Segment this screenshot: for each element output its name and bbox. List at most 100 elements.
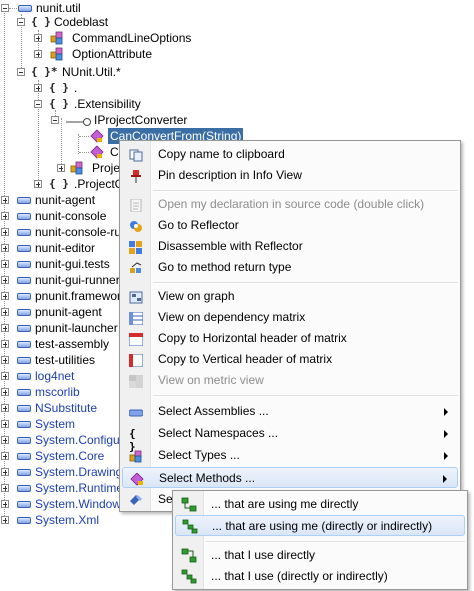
graph-icon [129, 290, 143, 304]
menu-item-open-declaration[interactable]: Open my declaration in source code (doub… [122, 194, 458, 215]
tree-node-dot[interactable]: { } . [0, 80, 200, 96]
tree-node-assembly[interactable]: System.Core [0, 448, 130, 464]
collapse-icon[interactable] [1, 4, 9, 12]
expand-icon[interactable] [1, 436, 9, 444]
collapse-icon[interactable] [17, 68, 25, 76]
expand-icon[interactable] [1, 196, 9, 204]
tree-node-assembly[interactable]: nunit-agent [0, 192, 130, 208]
expand-icon[interactable] [1, 212, 9, 220]
tree-node-assembly[interactable]: System.Configurati [0, 432, 136, 448]
node-label: test-assembly [35, 337, 110, 351]
submenu-item-using-me-directly[interactable]: ... that are using me directly [175, 494, 465, 515]
namespace-icon: { } [49, 81, 69, 94]
expand-icon[interactable] [1, 500, 9, 508]
tree-node-assembly[interactable]: nunit-console-runn [0, 224, 134, 240]
expand-icon[interactable] [1, 356, 9, 364]
expand-icon[interactable] [1, 276, 9, 284]
tree-node-nunit-util-ns[interactable]: { }* NUnit.Util.* [0, 64, 220, 80]
tree-node-assembly[interactable]: mscorlib [0, 384, 130, 400]
menu-item-copy-name[interactable]: Copy name to clipboard [122, 144, 458, 165]
expand-icon[interactable] [1, 308, 9, 316]
menu-item-select-methods[interactable]: Select Methods ... [122, 467, 458, 488]
method-icon [130, 472, 144, 486]
node-label: nunit-gui.tests [35, 257, 110, 271]
assembly-icon [17, 405, 31, 412]
expand-icon[interactable] [1, 372, 9, 380]
expand-icon[interactable] [57, 164, 65, 172]
node-label: System.Core [35, 449, 105, 463]
tree-node-assembly[interactable]: pnunit-launcher [0, 320, 130, 336]
menu-item-pin-description[interactable]: Pin description in Info View [122, 165, 458, 186]
expand-icon[interactable] [34, 84, 42, 92]
tree-node-assembly[interactable]: nunit-editor [0, 240, 130, 256]
node-label: NSubstitute [35, 401, 98, 415]
expand-icon[interactable] [1, 292, 9, 300]
tree-node-assembly[interactable]: System.Windows.I [0, 496, 134, 512]
expand-icon[interactable] [1, 324, 9, 332]
tree-node-assembly[interactable]: System.Runtime.R [0, 480, 135, 496]
tree-node-assembly[interactable]: log4net [0, 368, 130, 384]
expand-icon[interactable] [1, 468, 9, 476]
tree-node-commandlineoptions[interactable]: CommandLineOptions [0, 30, 220, 46]
tree-node-assembly[interactable]: NSubstitute [0, 400, 130, 416]
tree-node-assembly[interactable]: pnunit.framework [0, 288, 130, 304]
tree-node-assembly[interactable]: nunit-gui.tests [0, 256, 130, 272]
expand-icon[interactable] [1, 420, 9, 428]
tree-node-assembly[interactable]: nunit-console [0, 208, 130, 224]
menu-separator [153, 395, 458, 397]
menu-item-view-on-metric[interactable]: View on metric view [122, 370, 458, 391]
expand-icon[interactable] [1, 484, 9, 492]
collapse-icon[interactable] [51, 116, 59, 124]
class-icon [70, 161, 84, 175]
expand-icon[interactable] [1, 228, 9, 236]
tree-node-assembly[interactable]: System [0, 416, 130, 432]
expand-icon[interactable] [34, 180, 42, 188]
menu-item-select-namespaces[interactable]: { } Select Namespaces ... [122, 423, 458, 453]
menu-item-go-to-reflector[interactable]: Go to Reflector [122, 215, 458, 236]
expand-icon[interactable] [1, 260, 9, 268]
expand-icon[interactable] [34, 34, 42, 42]
menu-item-select-assemblies[interactable]: Select Assemblies ... [122, 401, 458, 422]
menu-item-select-types[interactable]: Select Types ... [122, 445, 458, 466]
disassemble-icon [129, 240, 143, 254]
menu-item-disassemble[interactable]: Disassemble with Reflector [122, 236, 458, 257]
tree-node-assembly[interactable]: pnunit-agent [0, 304, 130, 320]
collapse-icon[interactable] [17, 18, 25, 26]
tree-node-iprojectconverter[interactable]: IProjectConverter [0, 112, 220, 128]
assembly-icon [17, 197, 31, 204]
tree-node-assembly[interactable]: test-utilities [0, 352, 130, 368]
menu-item-copy-to-horizontal[interactable]: Copy to Horizontal header of matrix [122, 328, 458, 349]
node-label: nunit-console [35, 209, 107, 223]
tree-node-optionattribute[interactable]: OptionAttribute [0, 46, 220, 62]
expand-icon[interactable] [1, 388, 9, 396]
node-label: nunit-agent [35, 193, 96, 207]
assembly-icon [17, 373, 31, 380]
expand-icon[interactable] [1, 516, 9, 524]
submenu-item-using-me-indirectly[interactable]: ... that are using me (directly or indir… [175, 515, 465, 536]
tree-node-assembly[interactable]: test-assembly [0, 336, 130, 352]
assembly-icon [17, 389, 31, 396]
assembly-icon [17, 469, 31, 476]
submenu-item-i-use-directly[interactable]: ... that I use directly [175, 545, 465, 566]
tree-node-codeblast[interactable]: { } Codeblast [0, 14, 200, 30]
expand-icon[interactable] [1, 244, 9, 252]
menu-item-view-on-dependency-matrix[interactable]: View on dependency matrix [122, 307, 458, 328]
expand-icon[interactable] [1, 452, 9, 460]
submenu-arrow-icon [444, 452, 448, 460]
tree-node-assembly[interactable]: nunit-gui-runner [0, 272, 130, 288]
expand-icon[interactable] [1, 340, 9, 348]
menu-item-view-on-graph[interactable]: View on graph [122, 286, 458, 307]
tree-node-extensibility[interactable]: { } .Extensibility [0, 96, 200, 112]
tree-node-assembly[interactable]: System.Drawing [0, 464, 130, 480]
menu-item-go-to-return-type[interactable]: Go to method return type [122, 257, 458, 278]
menu-item-copy-to-vertical[interactable]: Copy to Vertical header of matrix [122, 349, 458, 370]
collapse-icon[interactable] [34, 100, 42, 108]
dependency-direct-icon [181, 548, 197, 563]
node-label: pnunit-agent [35, 305, 102, 319]
tree-node-assembly[interactable]: System.Xml [0, 512, 130, 528]
assembly-icon [18, 5, 32, 12]
assembly-icon [17, 437, 31, 444]
expand-icon[interactable] [34, 50, 42, 58]
expand-icon[interactable] [1, 404, 9, 412]
submenu-item-i-use-indirectly[interactable]: ... that I use (directly or indirectly) [175, 566, 465, 587]
